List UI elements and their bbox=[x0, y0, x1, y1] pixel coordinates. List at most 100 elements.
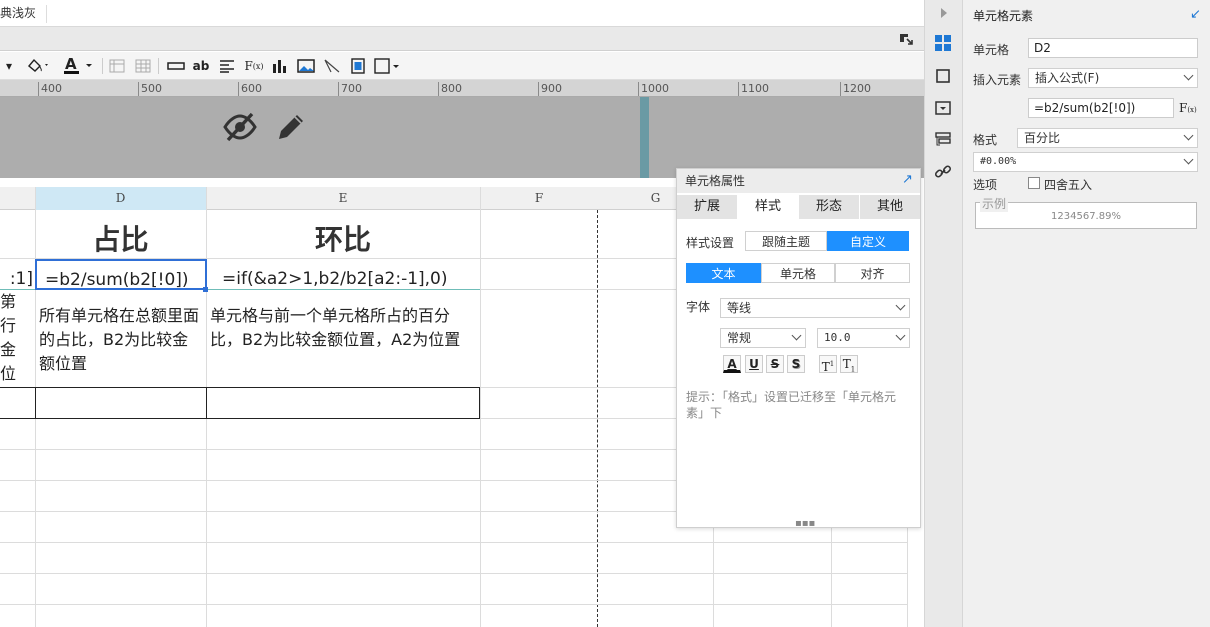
underline-button[interactable]: U bbox=[745, 355, 763, 373]
font-family-value: 等线 bbox=[727, 301, 752, 315]
formula-input[interactable]: =b2/sum(b2[!0]) bbox=[1028, 98, 1174, 118]
text-field-icon[interactable] bbox=[166, 56, 186, 76]
hyperlink-icon[interactable] bbox=[934, 163, 952, 181]
ruler-tick: 800 bbox=[438, 82, 462, 96]
subtab-text[interactable]: 文本 bbox=[686, 263, 761, 283]
resize-grip-icon[interactable]: ▪▪▪ bbox=[795, 518, 815, 529]
dock-icon[interactable]: ↙ bbox=[1190, 7, 1201, 22]
insert-element-value: 插入公式(F) bbox=[1035, 71, 1100, 85]
column-header-e[interactable]: E bbox=[206, 187, 480, 210]
subtab-cell[interactable]: 单元格 bbox=[761, 263, 835, 283]
toolbar-gray-band bbox=[0, 27, 924, 51]
fill-color-icon[interactable] bbox=[24, 56, 52, 76]
cell-c3-fragment[interactable]: 第行金位 bbox=[0, 290, 20, 387]
tab-theme[interactable]: 典浅灰 bbox=[0, 5, 48, 23]
insert-element-label: 插入元素 bbox=[973, 73, 1022, 87]
eye-slash-icon[interactable] bbox=[222, 110, 258, 144]
right-panel-title: 单元格元素 bbox=[973, 9, 1034, 23]
font-size-select[interactable]: 10.0 bbox=[817, 328, 910, 348]
cell-name-input[interactable]: D2 bbox=[1028, 38, 1198, 58]
diagonal-line-icon[interactable] bbox=[322, 56, 342, 76]
tab-bar bbox=[0, 0, 924, 27]
tab-form[interactable]: 形态 bbox=[799, 195, 859, 219]
custom-option[interactable]: 自定义 bbox=[827, 231, 909, 251]
migration-hint: 提示：「格式」设置已迁移至「单元格元素」下 bbox=[686, 390, 897, 420]
subscript-glyph: T bbox=[842, 357, 851, 371]
formula-editor-icon[interactable]: F(x) bbox=[1179, 98, 1199, 118]
ruler-tick: 1000 bbox=[638, 82, 669, 96]
text-ab-icon[interactable]: ab bbox=[192, 56, 210, 76]
font-size-value: 10.0 bbox=[824, 331, 851, 344]
superscript-button[interactable]: T1 bbox=[819, 355, 837, 374]
chart-icon[interactable] bbox=[270, 56, 290, 76]
round-label: 四舍五入 bbox=[1044, 178, 1093, 192]
image-icon[interactable] bbox=[296, 56, 316, 76]
svg-text:A: A bbox=[65, 56, 77, 73]
strikethrough-button[interactable]: S bbox=[766, 355, 784, 373]
tab-other[interactable]: 其他 bbox=[860, 195, 920, 219]
font-weight-select[interactable]: 常规 bbox=[720, 328, 806, 348]
cell-c2-fragment[interactable]: :1] bbox=[0, 260, 35, 289]
widget-icon[interactable] bbox=[934, 99, 952, 117]
tab-style[interactable]: 样式 bbox=[738, 195, 798, 219]
split-cells-icon[interactable] bbox=[134, 56, 152, 76]
style-setting-label: 样式设置 bbox=[686, 236, 735, 250]
expand-arrow-icon[interactable] bbox=[939, 7, 949, 19]
cell-label: 单元格 bbox=[973, 43, 1010, 57]
ruler-tick: 500 bbox=[138, 82, 162, 96]
ruler-tick: 600 bbox=[238, 82, 262, 96]
align-left-icon[interactable] bbox=[218, 56, 236, 76]
tab-expand[interactable]: 扩展 bbox=[677, 195, 737, 219]
cell-element-panel bbox=[963, 0, 1210, 627]
ruler-tick: 1200 bbox=[840, 82, 871, 96]
format-type-select[interactable]: 百分比 bbox=[1017, 128, 1198, 148]
dropdown-arrow-icon[interactable]: ▾ bbox=[3, 56, 15, 76]
cell-d3[interactable]: 所有单元格在总额里面的占比，B2为比较金额位置 bbox=[35, 302, 206, 387]
shadow-button[interactable]: S bbox=[787, 355, 805, 373]
column-header-f[interactable]: F bbox=[480, 187, 598, 210]
cell-d2-selected[interactable]: =b2/sum(b2[!0]) bbox=[35, 259, 207, 290]
collapse-toolbar-icon[interactable] bbox=[898, 32, 914, 46]
page-icon[interactable] bbox=[348, 56, 368, 76]
option-label: 选项 bbox=[973, 178, 998, 192]
format-pattern-select[interactable]: #0.00% bbox=[973, 152, 1198, 172]
follow-theme-option[interactable]: 跟随主题 bbox=[745, 231, 827, 251]
condition-icon[interactable] bbox=[934, 131, 952, 149]
format-type-value: 百分比 bbox=[1024, 131, 1061, 145]
font-color-button[interactable]: A bbox=[723, 355, 741, 373]
insert-element-select[interactable]: 插入公式(F) bbox=[1028, 68, 1198, 88]
report-header-area bbox=[0, 97, 924, 178]
cell-e2[interactable]: =if(&a2>1,b2/b2[a2:-1],0) bbox=[206, 260, 480, 289]
format-label: 格式 bbox=[973, 133, 998, 147]
cell-e1[interactable]: 环比 bbox=[206, 216, 480, 258]
font-color-icon[interactable]: A bbox=[62, 56, 96, 76]
subtab-align[interactable]: 对齐 bbox=[835, 263, 910, 283]
column-header-d[interactable]: D bbox=[35, 187, 206, 210]
formula-icon[interactable]: F (x) bbox=[243, 56, 265, 76]
example-label: 示例 bbox=[980, 195, 1009, 212]
page-break-marker[interactable] bbox=[640, 97, 649, 178]
side-icon-bar bbox=[924, 0, 963, 627]
panel-title: 单元格属性 bbox=[677, 169, 920, 193]
cell-e3[interactable]: 单元格与前一个单元格所占的百分比，B2为比较金额位置，A2为位置 bbox=[206, 302, 480, 387]
font-label: 字体 bbox=[686, 300, 711, 314]
ruler-tick: 400 bbox=[38, 82, 62, 96]
superscript-glyph: T bbox=[821, 360, 830, 374]
example-value: 1234567.89% bbox=[1051, 211, 1121, 222]
border-icon[interactable] bbox=[374, 56, 400, 76]
subscript-button[interactable]: T1 bbox=[840, 355, 858, 373]
pencil-icon[interactable] bbox=[274, 110, 308, 144]
ruler-tick: 900 bbox=[538, 82, 562, 96]
merge-cells-icon[interactable] bbox=[108, 56, 126, 76]
cell-attribute-icon[interactable] bbox=[934, 67, 952, 85]
bordered-row bbox=[0, 387, 480, 419]
cell-d1[interactable]: 占比 bbox=[35, 216, 206, 258]
cell-element-icon[interactable] bbox=[934, 34, 952, 52]
app-window: 典浅灰 ▾ A ab F (x) 400 500 600 700 800 900 … bbox=[0, 0, 1210, 627]
round-checkbox[interactable] bbox=[1028, 177, 1040, 189]
ruler-tick: 1100 bbox=[738, 82, 769, 96]
format-pattern-value: #0.00% bbox=[980, 156, 1017, 167]
font-family-select[interactable]: 等线 bbox=[720, 298, 910, 318]
cell-properties-panel bbox=[676, 168, 921, 528]
pin-icon[interactable]: ↗ bbox=[902, 172, 916, 187]
